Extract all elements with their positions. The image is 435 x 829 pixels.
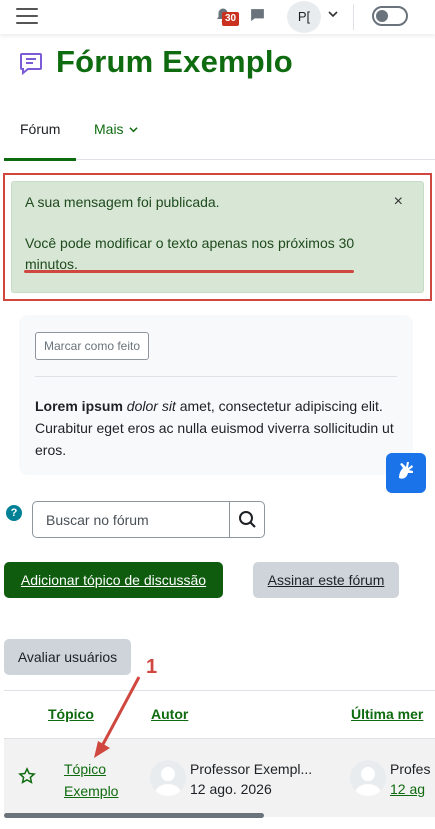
add-topic-button[interactable]: Adicionar tópico de discussão	[4, 562, 223, 598]
subscribe-button[interactable]: Assinar este fórum	[253, 562, 399, 598]
menu-icon[interactable]	[16, 8, 38, 24]
chevron-down-icon[interactable]	[328, 9, 338, 22]
notifications-button[interactable]: 30	[214, 6, 240, 28]
notifications-badge: 30	[222, 12, 240, 26]
author-name: Professor Exempl...	[190, 761, 313, 777]
edit-mode-toggle[interactable]	[372, 6, 408, 26]
mark-done-button[interactable]: Marcar como feito	[35, 332, 150, 360]
rate-users-button[interactable]: Avaliar usuários	[4, 639, 131, 675]
alert-message: A sua mensagem foi publicada.	[25, 194, 220, 210]
annotation-number: 1	[146, 656, 158, 678]
top-navbar: 30 P[	[0, 0, 435, 34]
column-header-topic[interactable]: Tópico	[48, 706, 94, 722]
divider	[353, 4, 354, 30]
page-title: Fórum Exemplo	[56, 44, 293, 79]
secondary-nav: Fórum Mais	[4, 112, 435, 161]
user-avatar[interactable]: P[	[287, 1, 321, 33]
toggle-knob	[376, 10, 388, 22]
success-alert: A sua mensagem foi publicada. Você pode …	[11, 181, 424, 293]
last-post-date[interactable]: 12 ag	[390, 781, 425, 797]
divider	[4, 690, 435, 691]
forum-description: Lorem ipsum dolor sit amet, consectetur …	[35, 395, 405, 461]
horizontal-scrollbar[interactable]	[4, 813, 264, 818]
chat-icon	[251, 9, 264, 22]
alert-detail: Você pode modificar o texto apenas nos p…	[25, 235, 355, 272]
topic-link[interactable]: Tópico Exemplo	[64, 758, 134, 802]
tab-more[interactable]: Mais	[78, 112, 154, 160]
forum-icon	[20, 53, 42, 76]
activity-info: Marcar como feito Lorem ipsum dolor sit …	[19, 315, 413, 475]
desc-bold: Lorem ipsum	[35, 398, 123, 414]
tab-more-label: Mais	[94, 121, 124, 137]
table-row: Tópico Exemplo Professor Exempl... 12 ag…	[4, 739, 435, 817]
chevron-down-icon	[129, 127, 139, 133]
search-button[interactable]	[229, 502, 265, 537]
hand-icon	[399, 462, 413, 479]
last-post-author: Profes	[390, 761, 431, 777]
alert-highlight-box: A sua mensagem foi publicada. Você pode …	[3, 173, 432, 301]
close-icon[interactable]: ×	[394, 193, 403, 211]
column-header-last-post[interactable]: Última mer	[351, 706, 423, 722]
last-post-avatar	[350, 760, 386, 796]
star-icon[interactable]	[18, 767, 36, 785]
tab-forum[interactable]: Fórum	[4, 112, 77, 161]
help-icon[interactable]: ?	[6, 505, 22, 521]
search-icon	[239, 511, 256, 528]
sign-language-button[interactable]	[386, 453, 426, 493]
forum-search	[32, 501, 265, 538]
divider	[35, 376, 397, 377]
author-avatar	[150, 760, 186, 796]
desc-italic: dolor sit	[126, 398, 176, 414]
messages-button[interactable]	[249, 7, 267, 25]
author-date: 12 ago. 2026	[190, 781, 272, 797]
annotation-underline	[24, 270, 354, 273]
column-header-author[interactable]: Autor	[151, 706, 188, 722]
search-input[interactable]	[33, 502, 229, 537]
